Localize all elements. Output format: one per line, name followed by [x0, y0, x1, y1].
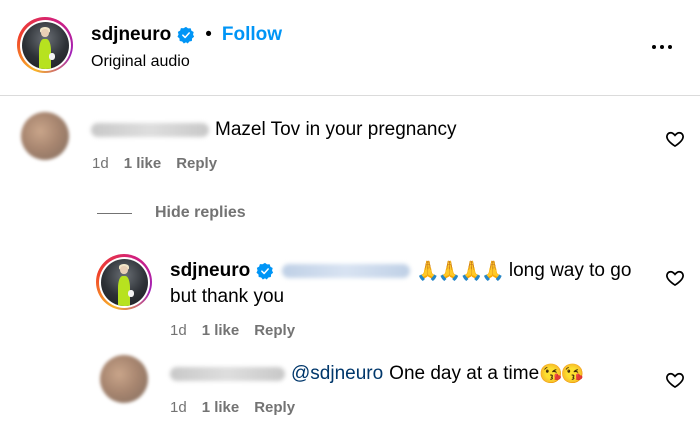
reply-username[interactable]: sdjneuro [170, 260, 250, 282]
header-username[interactable]: sdjneuro [91, 24, 171, 46]
mention-link[interactable]: @sdjneuro [291, 361, 383, 387]
reply-button[interactable]: Reply [254, 322, 295, 339]
header-avatar[interactable] [17, 17, 73, 73]
header-separator: • [205, 24, 212, 45]
commenter-avatar[interactable] [21, 112, 69, 160]
hide-replies-button[interactable]: Hide replies [155, 204, 246, 222]
reply-avatar[interactable] [96, 254, 152, 310]
verified-badge-icon [256, 262, 274, 280]
commenter-avatar[interactable] [100, 355, 148, 403]
reply-button[interactable]: Reply [254, 399, 295, 416]
comment-likes[interactable]: 1 like [124, 155, 162, 172]
reply-text-line1: long way to go [508, 260, 632, 281]
comment-time[interactable]: 1d [92, 155, 109, 172]
like-heart-icon[interactable] [665, 370, 685, 390]
prayer-hands-emojis: 🙏🙏🙏🙏 [416, 261, 505, 282]
hide-replies-line [97, 213, 132, 214]
kiss-emojis: 😘😘 [539, 364, 584, 385]
reply-time[interactable]: 1d [170, 399, 187, 416]
more-options-icon[interactable] [652, 45, 672, 49]
blurred-mention[interactable] [282, 264, 411, 278]
audio-subtitle[interactable]: Original audio [91, 53, 190, 71]
blurred-username[interactable] [91, 123, 209, 137]
reply-likes[interactable]: 1 like [202, 322, 240, 339]
verified-badge-icon [177, 26, 195, 44]
like-heart-icon[interactable] [665, 268, 685, 288]
comment: Mazel Tov in your pregnancy [91, 117, 457, 143]
comment-text: Mazel Tov in your pregnancy [215, 119, 457, 140]
like-heart-icon[interactable] [665, 129, 685, 149]
header-divider [0, 95, 700, 96]
blurred-username[interactable] [170, 367, 285, 381]
reply-likes[interactable]: 1 like [202, 399, 240, 416]
reply-time[interactable]: 1d [170, 322, 187, 339]
follow-button[interactable]: Follow [222, 24, 282, 46]
reply-button[interactable]: Reply [176, 155, 217, 172]
reply-text-line2: but thank you [170, 286, 285, 307]
reply-text: One day at a time [389, 363, 540, 384]
